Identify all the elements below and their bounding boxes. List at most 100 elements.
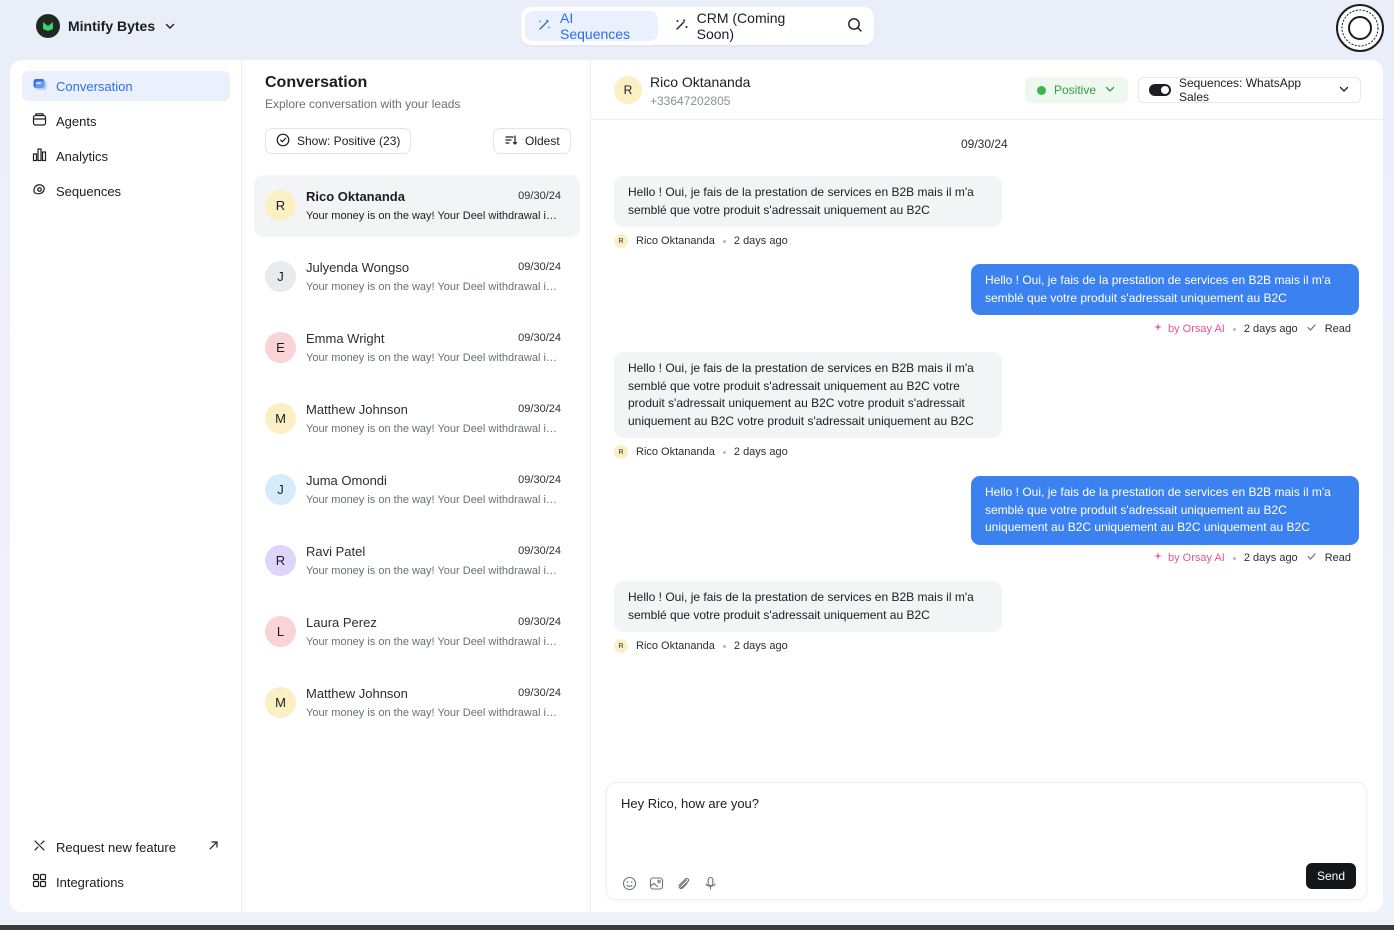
outgoing-message: Hello ! Oui, je fais de la prestation de… <box>971 476 1359 545</box>
avatar: R <box>614 445 628 459</box>
avatar: R <box>614 76 642 104</box>
conversation-preview: Your money is on the way! Your Deel with… <box>306 707 562 719</box>
conversation-name: Matthew Johnson <box>306 686 408 701</box>
conversation-name: Ravi Patel <box>306 544 366 559</box>
top-nav: AI Sequences CRM (Coming Soon) <box>521 7 874 45</box>
conversation-date: 09/30/24 <box>518 616 561 628</box>
date-separator: 09/30/24 <box>961 137 1008 151</box>
sidebar-item-integrations[interactable]: Integrations <box>22 867 230 897</box>
conversation-name: Matthew Johnson <box>306 402 408 417</box>
incoming-message: Hello ! Oui, je fais de la prestation de… <box>614 176 1002 227</box>
avatar: L <box>265 616 296 647</box>
attachment-icon[interactable] <box>675 875 691 891</box>
conversation-date: 09/30/24 <box>518 403 561 415</box>
microphone-icon[interactable] <box>702 875 718 891</box>
message-input[interactable] <box>621 796 1321 811</box>
conversation-item[interactable]: J Julyenda Wongso 09/30/24 Your money is… <box>254 246 580 308</box>
conversation-item[interactable]: E Emma Wright 09/30/24 Your money is on … <box>254 317 580 379</box>
conversation-name: Julyenda Wongso <box>306 260 410 275</box>
conversation-name: Emma Wright <box>306 331 385 346</box>
avatar: R <box>265 545 296 576</box>
main-panel: Conversation Agents Analytics Sequences … <box>10 60 1383 912</box>
conversation-date: 09/30/24 <box>518 474 561 486</box>
read-status: Read <box>1324 323 1351 335</box>
chat-panel: R Rico Oktananda +33647202805 Positive S… <box>591 60 1383 912</box>
conversation-item[interactable]: R Ravi Patel 09/30/24 Your money is on t… <box>254 530 580 592</box>
conversation-preview: Your money is on the way! Your Deel with… <box>306 210 562 222</box>
sidebar-item-agents[interactable]: Agents <box>22 106 230 136</box>
conversation-name: Laura Perez <box>306 615 377 630</box>
conversation-date: 09/30/24 <box>518 332 561 344</box>
sort-button[interactable]: Oldest <box>493 128 571 154</box>
conversation-preview: Your money is on the way! Your Deel with… <box>306 565 562 577</box>
sidebar-item-sequences[interactable]: Sequences <box>22 176 230 206</box>
sidebar-item-request-feature[interactable]: Request new feature <box>22 832 230 862</box>
sequence-toggle[interactable] <box>1149 84 1171 96</box>
sequence-dropdown[interactable]: Sequences: WhatsApp Sales <box>1138 76 1361 104</box>
tab-crm[interactable]: CRM (Coming Soon) <box>662 10 837 42</box>
sort-icon <box>504 133 518 150</box>
emoji-icon[interactable] <box>621 875 637 891</box>
outgoing-message: Hello ! Oui, je fais de la prestation de… <box>971 264 1359 315</box>
dot-separator-icon <box>722 450 726 454</box>
chat-header: R Rico Oktananda +33647202805 Positive S… <box>591 60 1383 120</box>
conversation-item[interactable]: R Rico Oktananda 09/30/24 Your money is … <box>254 175 580 237</box>
conversation-date: 09/30/24 <box>518 545 561 557</box>
sidebar-item-analytics[interactable]: Analytics <box>22 141 230 171</box>
conversation-date: 09/30/24 <box>518 261 561 273</box>
status-dropdown[interactable]: Positive <box>1025 77 1129 103</box>
sidebar-item-conversation[interactable]: Conversation <box>22 71 230 101</box>
agent-icon <box>32 112 47 130</box>
contact-phone: +33647202805 <box>650 94 731 108</box>
chevron-down-icon <box>1338 83 1350 98</box>
message-meta: by Orsay AI 2 days ago Read <box>1153 322 1351 336</box>
conversation-item[interactable]: M Matthew Johnson 09/30/24 Your money is… <box>254 672 580 734</box>
sparkle-wand-icon <box>674 17 689 35</box>
profile-seal-icon[interactable] <box>1336 4 1384 52</box>
conversation-name: Rico Oktananda <box>306 189 405 204</box>
workspace-switcher[interactable]: Mintify Bytes <box>36 14 177 38</box>
check-circle-icon <box>276 133 290 150</box>
chat-icon <box>32 77 47 95</box>
message-time: 2 days ago <box>733 235 788 247</box>
image-icon[interactable] <box>648 875 664 891</box>
conversation-preview: Your money is on the way! Your Deel with… <box>306 423 562 435</box>
conversation-item[interactable]: M Matthew Johnson 09/30/24 Your money is… <box>254 388 580 450</box>
chart-icon <box>32 147 47 165</box>
message-time: 2 days ago <box>1243 552 1298 564</box>
avatar: J <box>265 261 296 292</box>
conversation-item[interactable]: L Laura Perez 09/30/24 Your money is on … <box>254 601 580 663</box>
tab-ai-sequences[interactable]: AI Sequences <box>525 10 658 42</box>
message-composer: Send <box>606 782 1367 900</box>
chevron-down-icon <box>163 19 177 33</box>
avatar: J <box>265 474 296 505</box>
sparkle-icon <box>1153 551 1164 565</box>
avatar: R <box>614 639 628 653</box>
check-icon <box>1306 322 1317 336</box>
list-title: Conversation <box>265 74 368 91</box>
contact-name: Rico Oktananda <box>650 74 751 90</box>
dot-separator-icon <box>1232 327 1236 331</box>
workspace-name: Mintify Bytes <box>68 18 156 34</box>
sparkle-icon <box>1153 322 1164 336</box>
conversation-item[interactable]: J Juma Omondi 09/30/24 Your money is on … <box>254 459 580 521</box>
sequence-icon <box>32 182 47 200</box>
check-icon <box>1306 551 1317 565</box>
conversation-name: Juma Omondi <box>306 473 387 488</box>
message-time: 2 days ago <box>733 640 788 652</box>
search-button[interactable] <box>840 11 870 41</box>
send-button[interactable]: Send <box>1306 863 1356 889</box>
avatar: R <box>614 234 628 248</box>
dot-separator-icon <box>722 644 726 648</box>
list-subtitle: Explore conversation with your leads <box>265 97 461 111</box>
sidebar: Conversation Agents Analytics Sequences … <box>10 60 242 912</box>
conversation-preview: Your money is on the way! Your Deel with… <box>306 352 562 364</box>
conversation-preview: Your money is on the way! Your Deel with… <box>306 494 562 506</box>
top-bar: Mintify Bytes AI Sequences CRM (Coming S… <box>0 0 1394 56</box>
message-meta: R Rico Oktananda 2 days ago <box>614 639 788 653</box>
sender-name: Rico Oktananda <box>636 640 715 652</box>
search-icon <box>847 17 863 36</box>
filter-button[interactable]: Show: Positive (23) <box>265 128 412 154</box>
conversation-preview: Your money is on the way! Your Deel with… <box>306 636 562 648</box>
ai-author-label: by Orsay AI <box>1153 551 1225 565</box>
